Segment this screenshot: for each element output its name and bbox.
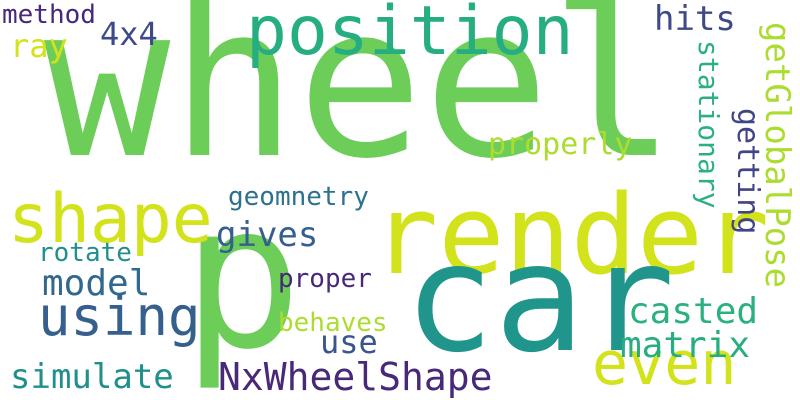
word-stationary: stationary bbox=[692, 40, 725, 209]
word-properly: properly bbox=[488, 127, 633, 162]
word-method: method bbox=[2, 0, 96, 30]
word-hits: hits bbox=[654, 0, 736, 39]
word-simulate: simulate bbox=[10, 357, 174, 397]
word-cloud: wheel p render car shape position even u… bbox=[0, 0, 800, 400]
word-4x4: 4x4 bbox=[100, 15, 158, 53]
word-model: model bbox=[42, 263, 151, 304]
word-position: position bbox=[246, 0, 574, 71]
word-use: use bbox=[320, 323, 378, 361]
word-ray: ray bbox=[10, 27, 68, 65]
word-proper: proper bbox=[278, 264, 372, 294]
word-nxwheelshape: NxWheelShape bbox=[218, 355, 493, 399]
word-matrix: matrix bbox=[620, 325, 751, 366]
word-gives: gives bbox=[216, 215, 319, 255]
word-getglobalpose: getGlobalPose bbox=[757, 22, 797, 289]
word-geomnetry: geomnetry bbox=[228, 182, 369, 212]
